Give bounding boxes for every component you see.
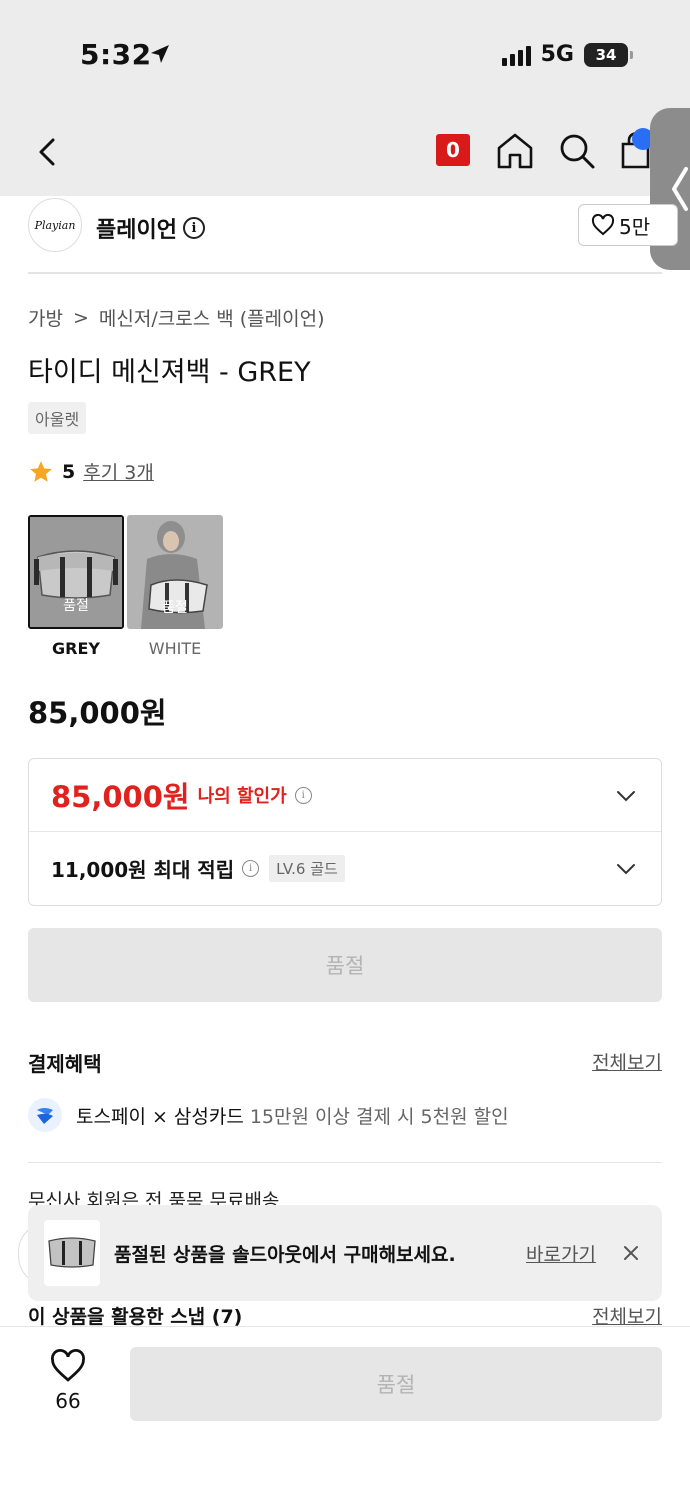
status-time: 5:32 [80, 38, 152, 71]
toss-card-description: 15만원 이상 결제 시 5천원 할인 [249, 1105, 509, 1128]
brand-name[interactable]: 플레이언 i [96, 212, 205, 244]
toss-card-name: 토스페이 × 삼성카드 [76, 1105, 244, 1128]
member-level-badge: LV.6 골드 [269, 855, 345, 882]
search-icon[interactable] [556, 130, 598, 172]
status-indicators: 5G 34 [501, 42, 633, 67]
toast-product-thumbnail [44, 1220, 100, 1286]
divider [28, 1162, 662, 1163]
status-bar: 5:32 5G 34 [0, 0, 690, 110]
top-nav: 0 [0, 110, 690, 196]
bottom-action-bar: 66 품절 [0, 1326, 690, 1500]
breadcrumb-category[interactable]: 가방 [28, 304, 63, 331]
toast-go-link[interactable]: 바로가기 [526, 1240, 596, 1267]
product-title: 타이디 메신져백 - GREY [28, 357, 311, 388]
signal-icon [501, 44, 531, 66]
snap-see-all-link[interactable]: 전체보기 [592, 1302, 662, 1329]
soldout-label: 품절 [63, 598, 89, 614]
brand-logo-text: Playian [34, 218, 76, 232]
outlet-tag: 아울렛 [28, 402, 87, 434]
wishlist-count: 66 [55, 1389, 81, 1413]
color-option-grey[interactable]: 품절 GREY [28, 515, 124, 658]
free-shipping-text: 무신사 회원은 전 품목 무료배송 [28, 1190, 280, 1206]
max-points: 11,000원 최대 적립 [51, 858, 235, 882]
product-thumbnail[interactable]: 품절 [127, 515, 223, 629]
brand-name-text: 플레이언 [96, 218, 177, 243]
chevron-down-icon[interactable] [615, 785, 637, 807]
product-price: 85,000원 [28, 696, 167, 730]
my-discount-price: 85,000원 [51, 780, 190, 814]
heart-icon [591, 214, 615, 236]
bottom-soldout-button[interactable]: 품절 [130, 1347, 662, 1421]
review-link[interactable]: 후기 3개 [83, 458, 154, 485]
location-arrow-icon [151, 45, 169, 63]
info-icon[interactable]: i [182, 217, 205, 239]
network-label: 5G [540, 42, 574, 67]
color-name: GREY [52, 639, 100, 658]
soldout-toast: 품절된 상품을 솔드아웃에서 구매해보세요. 바로가기 [28, 1205, 662, 1301]
brand-like-button[interactable]: 5만 [578, 204, 678, 246]
points-row[interactable]: 11,000원 최대 적립 i LV.6 골드 [29, 832, 661, 905]
star-icon [30, 460, 52, 482]
brand-like-count: 5만 [619, 214, 651, 239]
color-option-white[interactable]: 품절 WHITE [127, 515, 223, 658]
breadcrumb: 가방 > 메신저/크로스 백 (플레이언) [28, 304, 324, 331]
brand-row: Playian 플레이언 i 5만 [28, 198, 678, 254]
price-benefit-box: 85,000원 나의 할인가 i 11,000원 최대 적립 i LV.6 골드 [28, 758, 662, 906]
info-icon[interactable]: i [294, 786, 312, 804]
info-icon[interactable]: i [242, 860, 260, 877]
my-discount-label: 나의 할인가 [197, 786, 287, 807]
toast-message: 품절된 상품을 솔드아웃에서 구매해보세요. [114, 1243, 456, 1266]
product-thumbnail[interactable]: 품절 [28, 515, 124, 629]
soldout-label: 품절 [162, 600, 188, 616]
close-icon[interactable] [622, 1244, 640, 1262]
snap-section-title: 이 상품을 활용한 스냅 (7) [28, 1306, 243, 1328]
payment-benefits-title: 결제혜택 [28, 1052, 102, 1076]
back-arrow-icon[interactable] [30, 134, 66, 170]
heart-icon [51, 1349, 85, 1382]
benefits-see-all-link[interactable]: 전체보기 [592, 1048, 662, 1075]
breadcrumb-subcategory[interactable]: 메신저/크로스 백 (플레이언) [99, 304, 325, 331]
toss-benefit-row[interactable]: 토스페이 × 삼성카드 15만원 이상 결제 시 5천원 할인 [28, 1098, 509, 1132]
divider [28, 272, 662, 274]
breadcrumb-separator: > [72, 306, 89, 329]
points-badge[interactable]: 0 [436, 134, 470, 166]
tosspay-icon [28, 1098, 62, 1132]
wishlist-button[interactable]: 66 [40, 1349, 96, 1413]
soldout-button[interactable]: 품절 [28, 928, 662, 1002]
home-icon[interactable] [494, 130, 536, 172]
battery-icon: 34 [584, 42, 633, 67]
chevron-down-icon[interactable] [615, 858, 637, 880]
my-price-row[interactable]: 85,000원 나의 할인가 i [29, 759, 661, 832]
rating-score: 5 [62, 460, 76, 483]
brand-logo[interactable]: Playian [28, 198, 82, 252]
rating-row: 5 후기 3개 [28, 458, 154, 485]
battery-level: 34 [595, 45, 617, 64]
color-name: WHITE [148, 639, 202, 658]
